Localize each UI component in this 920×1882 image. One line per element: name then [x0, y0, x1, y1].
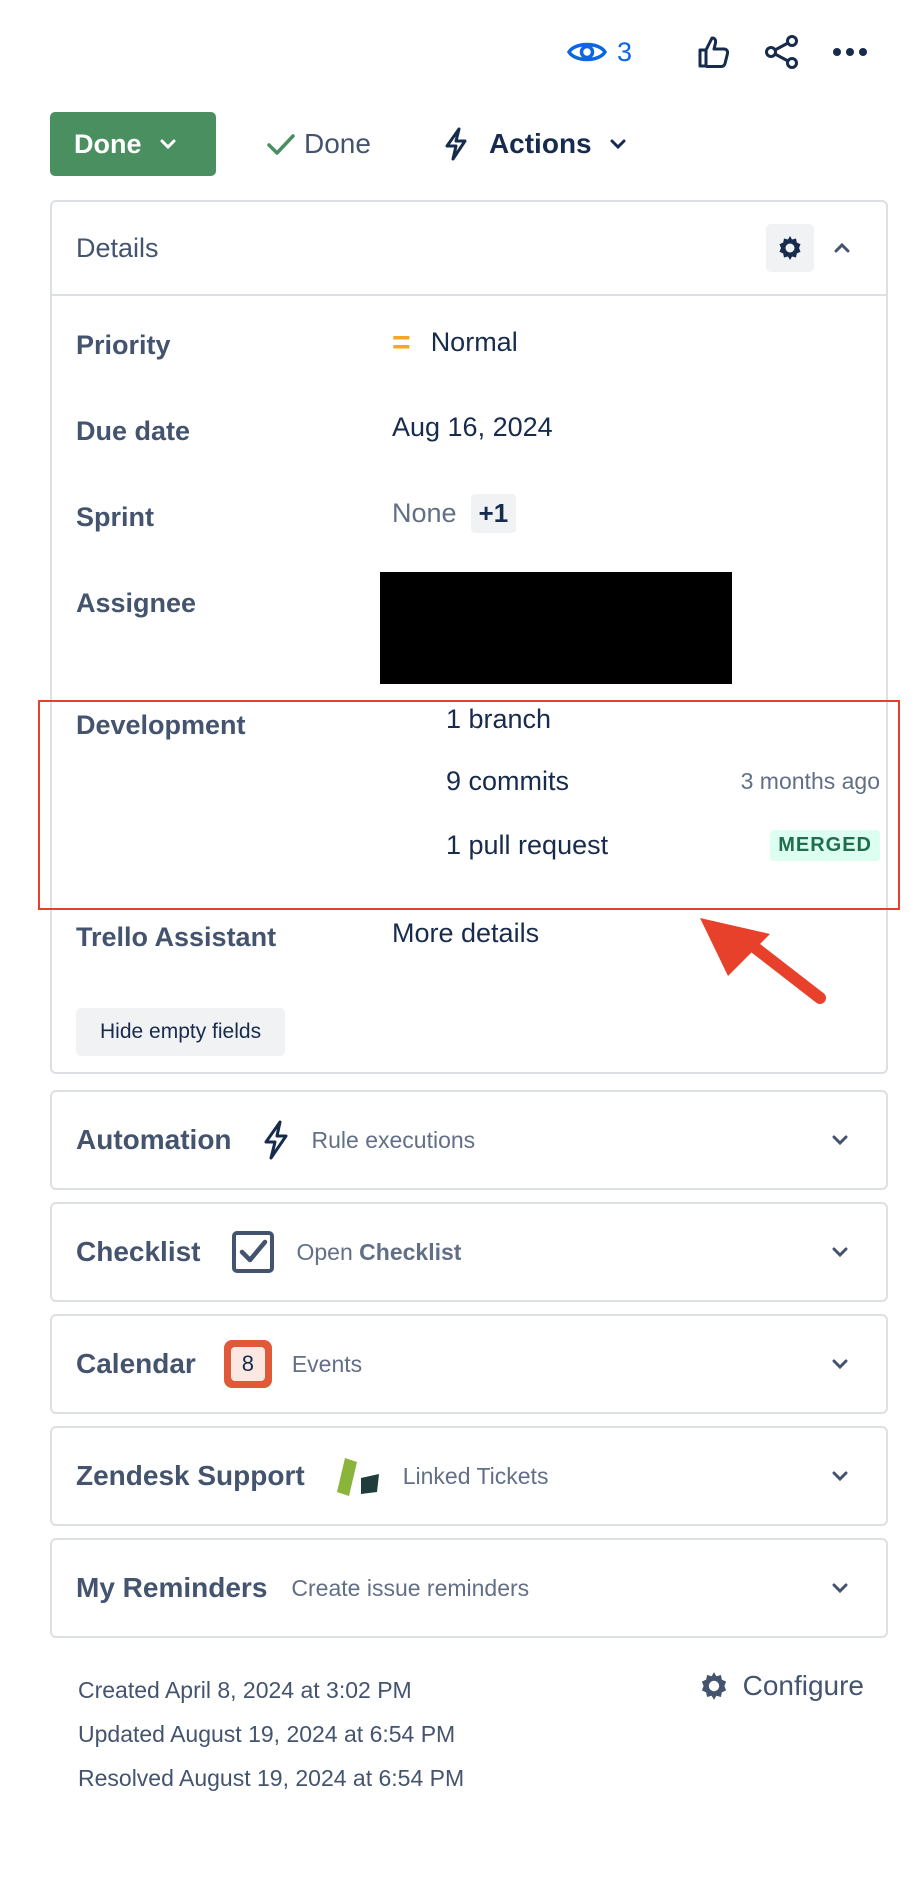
trello-label: Trello Assistant — [76, 922, 277, 952]
zendesk-title: Zendesk Support — [76, 1460, 305, 1491]
details-settings-button[interactable] — [766, 224, 814, 272]
share-icon — [765, 35, 798, 69]
resolution-status: Done — [266, 128, 371, 160]
zendesk-panel[interactable]: Zendesk Support Linked Tickets — [50, 1426, 888, 1526]
priority-value: Normal — [430, 327, 518, 357]
thumbs-up-icon — [698, 36, 730, 68]
chevron-down-icon — [610, 139, 626, 149]
due-date-value[interactable]: Aug 16, 2024 — [392, 412, 553, 443]
chevron-down-icon — [832, 1135, 848, 1145]
actions-label: Actions — [488, 128, 592, 159]
created-timestamp: Created April 8, 2024 at 3:02 PM — [78, 1677, 412, 1703]
sprint-value: None — [392, 498, 457, 528]
eye-icon — [566, 42, 607, 62]
trello-more-details-link[interactable]: More details — [392, 918, 539, 949]
details-title: Details — [76, 232, 159, 263]
calendar-title: Calendar — [76, 1348, 196, 1379]
configure-label: Configure — [742, 1670, 864, 1701]
lightning-icon — [262, 1120, 290, 1160]
chevron-down-icon — [832, 1471, 848, 1481]
reminders-subtitle: Create issue reminders — [291, 1574, 530, 1601]
checklist-title: Checklist — [76, 1236, 201, 1267]
gear-icon — [701, 1672, 726, 1700]
gear-icon — [779, 236, 801, 260]
chevron-down-icon — [160, 139, 175, 149]
reminders-panel[interactable]: My Reminders Create issue reminders — [50, 1538, 888, 1638]
assignee-redacted[interactable] — [380, 572, 732, 684]
hide-empty-fields-button[interactable]: Hide empty fields — [76, 1008, 286, 1056]
calendar-subtitle: Events — [291, 1350, 363, 1377]
sprint-field[interactable]: None +1 — [392, 494, 517, 533]
resolved-timestamp: Resolved August 19, 2024 at 6:54 PM — [78, 1765, 465, 1791]
calendar-icon: 8 — [223, 1340, 272, 1388]
more-icon — [833, 48, 867, 56]
annotation-arrow-icon — [700, 918, 826, 1004]
development-highlight-box — [38, 700, 900, 910]
watch-count: 3 — [616, 36, 632, 67]
priority-normal-icon: = — [392, 324, 411, 360]
watch-button[interactable]: 3 — [566, 36, 632, 68]
checklist-subtitle-prefix: Open — [296, 1238, 360, 1265]
priority-label: Priority — [76, 330, 171, 360]
sprint-label: Sprint — [76, 502, 154, 532]
checkmark-icon — [267, 134, 295, 155]
status-dropdown-button[interactable]: Done — [50, 112, 216, 176]
checkbox-icon — [231, 1230, 275, 1274]
chevron-down-icon — [832, 1359, 848, 1369]
share-button[interactable] — [762, 32, 802, 72]
chevron-down-icon — [832, 1583, 848, 1593]
details-header[interactable]: Details — [52, 202, 886, 296]
chevron-down-icon — [832, 1247, 848, 1257]
checklist-panel[interactable]: Checklist Open Checklist — [50, 1202, 888, 1302]
issue-header-actions: 3 — [566, 28, 870, 76]
reminders-title: My Reminders — [76, 1572, 268, 1603]
assignee-label: Assignee — [76, 588, 197, 618]
zendesk-icon — [333, 1454, 383, 1498]
configure-button[interactable]: Configure — [699, 1670, 864, 1702]
sprint-extra-badge[interactable]: +1 — [470, 494, 517, 533]
automation-panel[interactable]: Automation Rule executions — [50, 1090, 888, 1190]
resolution-label: Done — [304, 128, 371, 159]
calendar-icon-day: 8 — [230, 1347, 265, 1381]
more-button[interactable] — [830, 32, 870, 72]
automation-subtitle: Rule executions — [311, 1126, 476, 1153]
lightning-icon — [445, 127, 467, 161]
checklist-subtitle: Open Checklist — [297, 1239, 462, 1266]
zendesk-subtitle: Linked Tickets — [402, 1462, 549, 1489]
issue-action-bar: Done Done Actions — [50, 112, 626, 176]
actions-dropdown[interactable]: Actions — [443, 127, 626, 161]
priority-field[interactable]: = Normal — [392, 324, 518, 361]
chevron-up-icon — [834, 243, 850, 253]
status-label: Done — [74, 128, 142, 159]
calendar-panel[interactable]: Calendar 8 Events — [50, 1314, 888, 1414]
issue-timestamps: Created April 8, 2024 at 3:02 PM Updated… — [78, 1668, 464, 1800]
details-collapse-button[interactable] — [822, 228, 862, 268]
checklist-subtitle-bold: Checklist — [359, 1238, 462, 1265]
automation-title: Automation — [76, 1124, 232, 1155]
due-date-label: Due date — [76, 416, 191, 446]
updated-timestamp: Updated August 19, 2024 at 6:54 PM — [78, 1721, 456, 1747]
like-button[interactable] — [694, 32, 734, 72]
